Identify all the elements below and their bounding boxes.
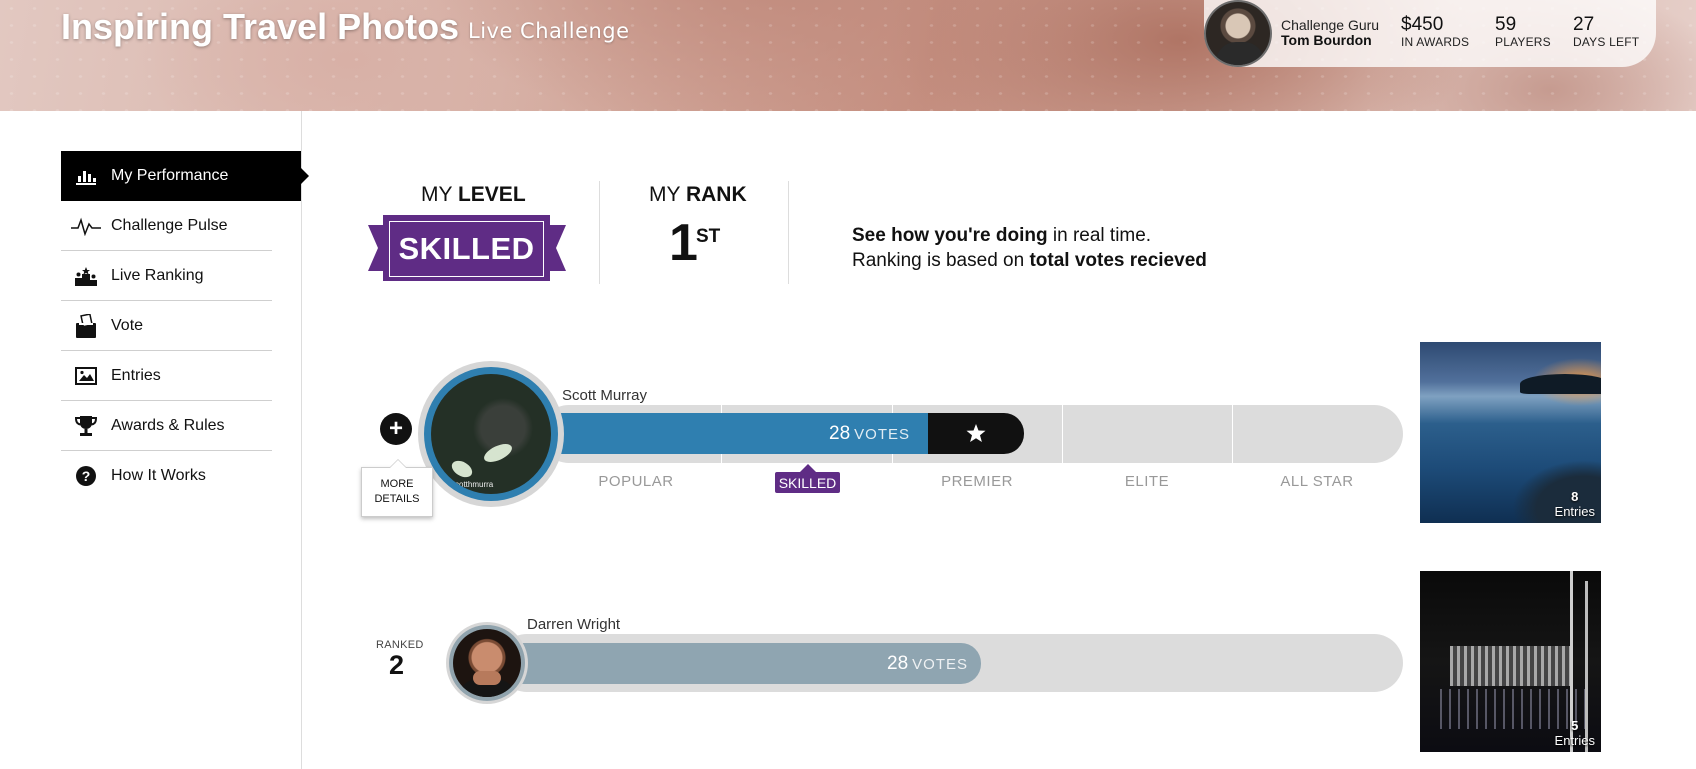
my-rank-heading: MY RANK bbox=[649, 183, 747, 206]
player-avatar[interactable] bbox=[446, 622, 528, 704]
trophy-icon bbox=[61, 415, 111, 437]
sidebar-item-label: Vote bbox=[111, 316, 144, 334]
svg-text:?: ? bbox=[82, 468, 91, 484]
avatar-caption: scotthmurra bbox=[451, 480, 494, 489]
ranking-info: See how you're doing in real time. Ranki… bbox=[852, 225, 1207, 271]
sidebar-item-entries[interactable]: Entries bbox=[61, 351, 272, 401]
sidebar-item-label: Entries bbox=[111, 366, 161, 384]
players-value: 59 bbox=[1495, 14, 1517, 35]
level-label-skilled-current: SKILLED bbox=[775, 464, 840, 493]
days-left-label: DAYS LEFT bbox=[1573, 35, 1640, 49]
player-avatar[interactable]: scotthmurra bbox=[418, 361, 564, 507]
guru-avatar[interactable] bbox=[1204, 0, 1272, 67]
more-details-line2: DETAILS bbox=[374, 493, 420, 505]
votes-count: 28 VOTES bbox=[887, 653, 968, 674]
sidebar-item-how-it-works[interactable]: ? How It Works bbox=[61, 451, 272, 501]
sidebar-item-my-performance[interactable]: My Performance bbox=[61, 151, 309, 201]
sidebar-item-awards-rules[interactable]: Awards & Rules bbox=[61, 401, 272, 451]
sidebar-item-label: Awards & Rules bbox=[111, 416, 225, 434]
sidebar-item-label: Live Ranking bbox=[111, 266, 204, 284]
challenge-title: Inspiring Travel Photos bbox=[61, 6, 460, 47]
guru-label: Challenge Guru bbox=[1281, 17, 1380, 33]
image-icon bbox=[61, 366, 111, 385]
entries-count: 8 Entries bbox=[1554, 489, 1595, 519]
challenge-subtitle: Live Challenge bbox=[468, 19, 630, 43]
ballot-box-icon bbox=[61, 313, 111, 338]
sidebar-item-live-ranking[interactable]: Live Ranking bbox=[61, 251, 272, 301]
guru-name[interactable]: Tom Bourdon bbox=[1281, 32, 1372, 48]
sidebar-item-label: How It Works bbox=[111, 467, 206, 484]
star-icon bbox=[966, 424, 986, 442]
expand-details-button[interactable]: + bbox=[380, 413, 412, 445]
rank-suffix: ST bbox=[696, 226, 721, 247]
level-label-popular: POPULAR bbox=[598, 473, 674, 490]
sidebar-divider bbox=[301, 111, 302, 769]
summary-divider bbox=[599, 181, 600, 284]
pulse-icon bbox=[61, 216, 111, 236]
player-name[interactable]: Scott Murray bbox=[562, 387, 647, 404]
entry-thumbnail[interactable]: 8 Entries bbox=[1420, 342, 1601, 523]
days-left-value: 27 bbox=[1573, 14, 1595, 35]
sidebar-item-label: Challenge Pulse bbox=[111, 216, 228, 234]
votes-count: 28 VOTES bbox=[829, 423, 910, 444]
entry-thumbnail[interactable]: 5 Entries bbox=[1420, 571, 1601, 752]
star-button[interactable] bbox=[928, 413, 1024, 454]
my-level-heading: MY LEVEL bbox=[421, 183, 526, 206]
level-divider bbox=[1062, 405, 1063, 463]
level-divider bbox=[1232, 405, 1233, 463]
level-label-premier: PREMIER bbox=[941, 473, 1013, 490]
level-label-elite: ELITE bbox=[1124, 473, 1170, 490]
ranked-number: 2 bbox=[389, 650, 405, 680]
level-badge-text: SKILLED bbox=[389, 221, 544, 277]
more-details-tooltip[interactable]: MORE DETAILS bbox=[361, 459, 433, 517]
sidebar-item-challenge-pulse[interactable]: Challenge Pulse bbox=[61, 201, 272, 251]
sidebar-item-label: My Performance bbox=[111, 167, 229, 184]
podium-icon bbox=[61, 266, 111, 286]
summary-divider bbox=[788, 181, 789, 284]
entries-count: 5 Entries bbox=[1554, 718, 1595, 748]
awards-label: IN AWARDS bbox=[1401, 35, 1470, 49]
plus-icon: + bbox=[388, 415, 403, 442]
more-details-line1: MORE bbox=[380, 478, 414, 490]
player-name[interactable]: Darren Wright bbox=[527, 616, 620, 633]
sidebar-item-vote[interactable]: Vote bbox=[61, 301, 272, 351]
question-icon: ? bbox=[61, 465, 111, 487]
awards-value: $450 bbox=[1401, 14, 1444, 35]
players-label: PLAYERS bbox=[1495, 35, 1551, 49]
bar-chart-icon bbox=[61, 167, 111, 185]
level-label-all-star: ALL STAR bbox=[1280, 473, 1354, 490]
rank-number: 1 bbox=[669, 214, 698, 272]
